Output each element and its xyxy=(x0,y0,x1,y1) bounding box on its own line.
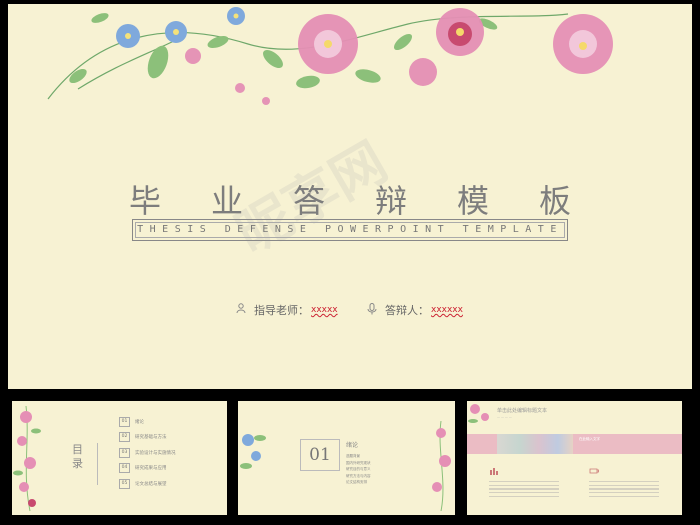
advisor-info: 指导老师： xxxxx xyxy=(236,302,338,318)
defender-label: 答辩人： xyxy=(385,304,429,317)
cup-icon xyxy=(589,468,599,474)
floral-left-icon xyxy=(240,434,266,469)
toc-title: 目录 xyxy=(72,443,83,470)
advisor-label: 指导老师： xyxy=(254,304,309,317)
defender-info: 答辩人： xxxxxx xyxy=(367,302,463,318)
subtitle-frame: THESIS DEFENSE POWERPOINT TEMPLATE xyxy=(132,219,568,241)
content-subheading: — — — — xyxy=(497,415,512,419)
person-icon xyxy=(236,303,246,317)
list-item: 论文结构安排 xyxy=(346,480,367,484)
section-heading: 绪论 xyxy=(346,442,359,449)
chart-icon xyxy=(490,468,498,475)
list-item: 01 绪论 xyxy=(119,414,176,430)
text-lines xyxy=(589,481,659,499)
thumbnail-toc[interactable]: 目录 01 绪论 02 研究基础与方法 03 实验设计与实施情况 04 研究成果与应用 … xyxy=(12,401,227,515)
list-item: 研究目的与意义 xyxy=(346,467,371,471)
photo-strip xyxy=(497,434,573,454)
section-number: 01 xyxy=(309,445,331,465)
section-number-box: 01 xyxy=(300,439,340,471)
main-slide[interactable]: 昵享网 毕业答辩模板 THESIS DEFENSE POWERPOINT TEM… xyxy=(8,4,692,389)
floral-left-icon xyxy=(13,405,41,512)
list-item: 05 论文总结与展望 xyxy=(119,476,176,492)
band-text: 在此输入文字 xyxy=(579,437,600,441)
advisor-value: xxxxx xyxy=(311,305,338,315)
page-title: 毕业答辩模板 xyxy=(128,182,621,220)
toc-list: 01 绪论 02 研究基础与方法 03 实验设计与实施情况 04 研究成果与应用 05 论… xyxy=(119,414,176,492)
divider xyxy=(97,443,98,485)
defender-value: xxxxxx xyxy=(431,305,463,315)
microphone-icon xyxy=(367,302,377,318)
floral-right-icon xyxy=(432,421,451,511)
section-list: 选题背景 国内外研究现状 研究目的与意义 研究方法与内容 论文结构安排 xyxy=(346,453,371,486)
text-lines xyxy=(489,481,559,499)
thumbnail-content[interactable]: 单击此处编辑标题文本 — — — — 在此输入文字 xyxy=(467,401,682,515)
floral-border xyxy=(47,7,613,105)
list-item: 04 研究成果与应用 xyxy=(119,461,176,477)
list-item: 02 研究基础与方法 xyxy=(119,430,176,446)
content-heading: 单击此处编辑标题文本 xyxy=(497,408,548,414)
floral-corner-icon xyxy=(468,404,489,423)
thumbnail-section[interactable]: 01 绪论 选题背景 国内外研究现状 研究目的与意义 研究方法与内容 论文结构安… xyxy=(238,401,455,515)
list-item: 03 实验设计与实施情况 xyxy=(119,445,176,461)
subtitle: THESIS DEFENSE POWERPOINT TEMPLATE xyxy=(137,224,563,235)
